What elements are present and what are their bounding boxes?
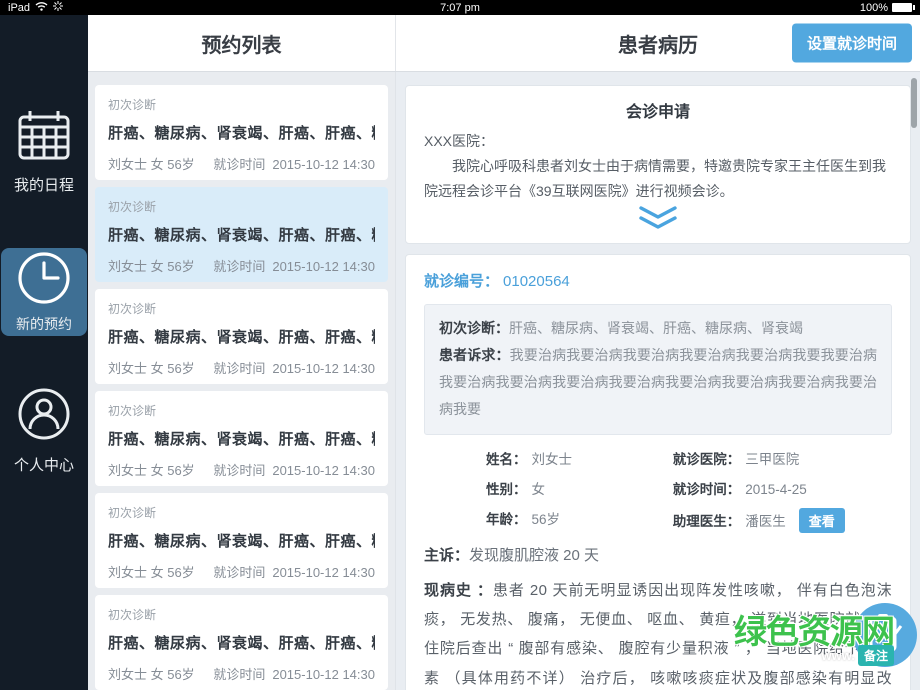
patient-record-panel: 会诊申请 XXX医院： 我院心呼吸科患者刘女士由于病情需要，特邀贵院专家王主任医… <box>396 72 920 690</box>
diagnosis-type-label: 初次诊断 <box>108 504 375 521</box>
clock-time: 7:07 pm <box>440 2 480 14</box>
consultation-addressee: XXX医院： <box>424 129 892 154</box>
sidebar-item-label: 个人中心 <box>14 454 74 475</box>
visit-time-label: 就诊时间 <box>213 259 265 274</box>
medical-record-card: 就诊编号：01020564 初次诊断：肝癌、糖尿病、肾衰竭、肝癌、糖尿病、肾衰竭… <box>405 254 911 690</box>
diagnosis-summary: 肝癌、糖尿病、肾衰竭、肝癌、肝癌、糖 <box>108 428 375 449</box>
wifi-icon <box>35 1 48 14</box>
patient-summary: 刘女士 女 56岁 <box>108 256 195 275</box>
header: 预约列表 患者病历 设置就诊时间 <box>88 15 920 72</box>
view-assistant-button[interactable]: 查看 <box>799 508 845 533</box>
visit-time-label: 就诊时间 <box>213 667 265 682</box>
expand-button[interactable] <box>424 205 892 239</box>
diagnosis-type-label: 初次诊断 <box>108 402 375 419</box>
diagnosis-summary: 肝癌、糖尿病、肾衰竭、肝癌、肝癌、糖 <box>108 224 375 245</box>
patient-info-grid: 姓名：刘女士 就诊医院：三甲医院 性别：女 就诊时间：2015-4-25 年龄：… <box>424 435 892 537</box>
visit-time-label: 就诊时间 <box>213 157 265 172</box>
patient-summary: 刘女士 女 56岁 <box>108 154 195 173</box>
chevron-double-down-icon <box>638 206 678 237</box>
visit-number-label: 就诊编号： <box>424 273 499 290</box>
battery-percent: 100% <box>860 2 888 14</box>
initial-diagnosis-value: 肝癌、糖尿病、肾衰竭、肝癌、糖尿病、肾衰竭 <box>509 320 803 336</box>
device-label: iPad <box>8 2 30 14</box>
info-visit-time: 就诊时间：2015-4-25 <box>673 478 892 498</box>
history-label: 现病史 ： <box>424 582 493 599</box>
chief-complaint-label: 主诉： <box>424 547 469 564</box>
diagnosis-summary: 肝癌、糖尿病、肾衰竭、肝癌、肝癌、糖 <box>108 530 375 551</box>
visit-number-value: 01020564 <box>503 273 570 290</box>
scrollbar-thumb[interactable] <box>911 78 917 128</box>
diagnosis-type-label: 初次诊断 <box>108 198 375 215</box>
clock-icon <box>17 251 71 309</box>
patient-summary: 刘女士 女 56岁 <box>108 460 195 479</box>
battery-icon <box>892 3 912 12</box>
info-age: 年龄：56岁 <box>486 508 673 533</box>
person-icon <box>17 387 71 445</box>
visit-time-value: 2015-10-12 14:30 <box>272 565 375 580</box>
info-assistant: 助理医生：潘医生查看 <box>673 508 892 533</box>
consultation-body: 我院心呼吸科患者刘女士由于病情需要，特邀贵院专家王主任医生到我院远程会诊平台《3… <box>424 154 892 204</box>
patient-request-label: 患者诉求： <box>439 347 510 363</box>
visit-time-value: 2015-10-12 14:30 <box>272 667 375 682</box>
diagnosis-type-label: 初次诊断 <box>108 300 375 317</box>
sidebar-item-label: 我的日程 <box>14 174 74 195</box>
info-hospital: 就诊医院：三甲医院 <box>673 448 892 468</box>
chief-complaint: 主诉：发现腹肌腔液 20 天 <box>424 544 892 565</box>
chief-complaint-value: 发现腹肌腔液 20 天 <box>469 547 599 564</box>
consultation-request-card: 会诊申请 XXX医院： 我院心呼吸科患者刘女士由于病情需要，特邀贵院专家王主任医… <box>405 85 911 244</box>
diagnosis-summary: 肝癌、糖尿病、肾衰竭、肝癌、肝癌、糖 <box>108 122 375 143</box>
status-bar: iPad 7:07 pm 100% <box>0 0 920 15</box>
appointment-card[interactable]: 初次诊断 肝癌、糖尿病、肾衰竭、肝癌、肝癌、糖 刘女士 女 56岁 就诊时间 20… <box>95 493 388 588</box>
appointment-list: 初次诊断 肝癌、糖尿病、肾衰竭、肝癌、肝癌、糖 刘女士 女 56岁 就诊时间 20… <box>88 72 396 690</box>
history-value: 患者 20 天前无明显诱因出现阵发性咳嗽， 伴有白色泡沫痰， 无发热、 腹痛， … <box>424 582 892 690</box>
appointment-card[interactable]: 初次诊断 肝癌、糖尿病、肾衰竭、肝癌、肝癌、糖 刘女士 女 56岁 就诊时间 20… <box>95 391 388 486</box>
clipboard-pencil-icon <box>865 612 905 659</box>
edit-record-button[interactable] <box>853 603 917 667</box>
visit-time-value: 2015-10-12 14:30 <box>272 361 375 376</box>
sidebar-item-schedule[interactable]: 我的日程 <box>0 109 88 195</box>
sync-spinner-icon <box>53 1 63 14</box>
visit-time-label: 就诊时间 <box>213 463 265 478</box>
consultation-title: 会诊申请 <box>424 98 892 122</box>
patient-summary: 刘女士 女 56岁 <box>108 664 195 683</box>
initial-diagnosis-label: 初次诊断： <box>439 320 509 336</box>
appointment-list-title: 预约列表 <box>202 29 282 58</box>
visit-time-value: 2015-10-12 14:30 <box>272 259 375 274</box>
diagnosis-type-label: 初次诊断 <box>108 96 375 113</box>
visit-number: 就诊编号：01020564 <box>424 270 892 291</box>
info-name: 姓名：刘女士 <box>486 448 673 468</box>
set-visit-time-button[interactable]: 设置就诊时间 <box>792 24 912 63</box>
diagnosis-summary: 肝癌、糖尿病、肾衰竭、肝癌、肝癌、糖 <box>108 326 375 347</box>
appointment-card[interactable]: 初次诊断 肝癌、糖尿病、肾衰竭、肝癌、肝癌、糖 刘女士 女 56岁 就诊时间 20… <box>95 85 388 180</box>
info-gender: 性别：女 <box>486 478 673 498</box>
visit-time-value: 2015-10-12 14:30 <box>272 157 375 172</box>
patient-record-title: 患者病历 <box>618 29 698 58</box>
patient-summary: 刘女士 女 56岁 <box>108 358 195 377</box>
calendar-icon <box>17 109 71 165</box>
visit-time-value: 2015-10-12 14:30 <box>272 463 375 478</box>
diagnosis-box: 初次诊断：肝癌、糖尿病、肾衰竭、肝癌、糖尿病、肾衰竭 患者诉求：我要治病我要治病… <box>424 304 892 435</box>
patient-summary: 刘女士 女 56岁 <box>108 562 195 581</box>
sidebar-item-label: 新的预约 <box>16 314 72 334</box>
appointment-card[interactable]: 初次诊断 肝癌、糖尿病、肾衰竭、肝癌、肝癌、糖 刘女士 女 56岁 就诊时间 20… <box>95 187 388 282</box>
visit-time-label: 就诊时间 <box>213 565 265 580</box>
appointment-card[interactable]: 初次诊断 肝癌、糖尿病、肾衰竭、肝癌、肝癌、糖 刘女士 女 56岁 就诊时间 20… <box>95 595 388 690</box>
diagnosis-summary: 肝癌、糖尿病、肾衰竭、肝癌、肝癌、糖 <box>108 632 375 653</box>
sidebar: 我的日程 新的预约 个人中心 <box>0 15 88 690</box>
sidebar-item-new-appointments[interactable]: 新的预约 <box>1 248 87 336</box>
appointment-card[interactable]: 初次诊断 肝癌、糖尿病、肾衰竭、肝癌、肝癌、糖 刘女士 女 56岁 就诊时间 20… <box>95 289 388 384</box>
sidebar-item-profile[interactable]: 个人中心 <box>0 387 88 475</box>
present-illness-history: 现病史 ：患者 20 天前无明显诱因出现阵发性咳嗽， 伴有白色泡沫痰， 无发热、… <box>424 576 892 690</box>
visit-time-label: 就诊时间 <box>213 361 265 376</box>
diagnosis-type-label: 初次诊断 <box>108 606 375 623</box>
